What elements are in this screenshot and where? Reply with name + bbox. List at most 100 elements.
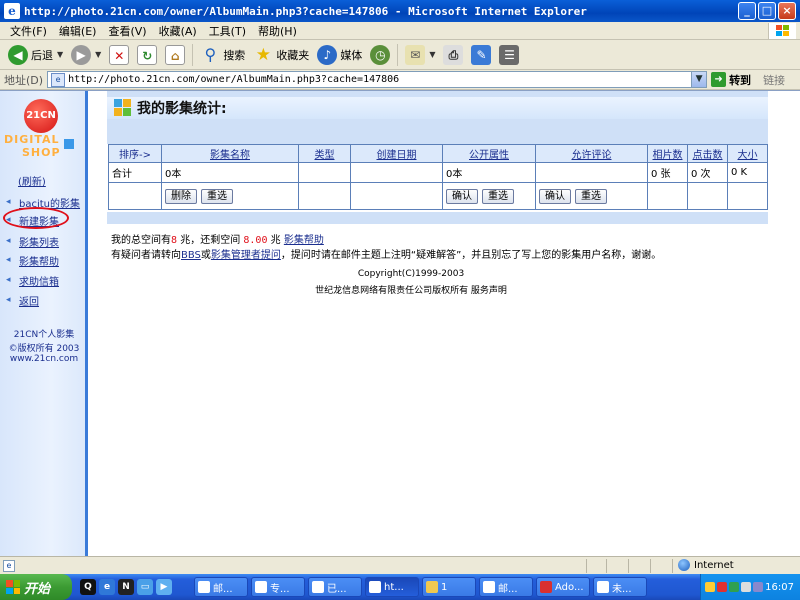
col-created-date[interactable]: 创建日期 bbox=[351, 145, 443, 163]
ask-admin-link[interactable]: 影集管理者提问 bbox=[211, 250, 281, 261]
status-divider bbox=[628, 559, 629, 573]
messenger-button[interactable]: ☰ bbox=[495, 42, 523, 68]
task-mail-2[interactable]: 邮... bbox=[479, 577, 533, 597]
system-tray: 16:07 bbox=[700, 574, 800, 600]
links-button[interactable]: 链接 bbox=[763, 72, 785, 88]
sidebar-item-album-help[interactable]: ◂ 影集帮助 bbox=[6, 253, 59, 269]
menu-tools[interactable]: 工具(T) bbox=[203, 23, 252, 39]
col-sort[interactable]: 排序-> bbox=[109, 145, 162, 163]
tray-icon[interactable] bbox=[717, 582, 727, 592]
cell-comment-actions: 确认 重选 bbox=[536, 183, 648, 209]
menu-view[interactable]: 查看(V) bbox=[102, 23, 152, 39]
space-remaining: 8.00 bbox=[243, 235, 268, 246]
task-3[interactable]: 已... bbox=[308, 577, 362, 597]
forward-button[interactable]: ▶ ▼ bbox=[67, 42, 105, 68]
col-album-name[interactable]: 影集名称 bbox=[162, 145, 299, 163]
home-icon: ⌂ bbox=[165, 44, 186, 65]
ie-quicklaunch-icon[interactable]: e bbox=[99, 579, 115, 595]
favorites-button[interactable]: ★ 收藏夹 bbox=[249, 42, 313, 68]
sidebar-item-help-mailbox[interactable]: ◂ 求助信箱 bbox=[6, 273, 59, 289]
task-folder[interactable]: 1 bbox=[422, 577, 476, 597]
minimize-button[interactable]: _ bbox=[738, 2, 756, 20]
address-dropdown-icon[interactable]: ▼ bbox=[691, 72, 707, 87]
folder-icon bbox=[426, 581, 438, 593]
media-quicklaunch-icon[interactable]: ▶ bbox=[156, 579, 172, 595]
menu-edit[interactable]: 编辑(E) bbox=[53, 23, 103, 39]
history-button[interactable]: ◷ bbox=[366, 42, 394, 68]
task-adobe[interactable]: Ado... bbox=[536, 577, 590, 597]
search-button[interactable]: ⚲ 搜索 bbox=[196, 42, 249, 68]
col-photo-count[interactable]: 相片数 bbox=[648, 145, 688, 163]
volume-icon[interactable] bbox=[741, 582, 751, 592]
public-reset-button[interactable]: 重选 bbox=[482, 188, 514, 204]
desktop-icon[interactable]: ▭ bbox=[137, 579, 153, 595]
quick-launch: Q e N ▭ ▶ bbox=[80, 579, 172, 595]
comment-confirm-button[interactable]: 确认 bbox=[539, 188, 571, 204]
public-confirm-button[interactable]: 确认 bbox=[446, 188, 478, 204]
qq-icon[interactable]: Q bbox=[80, 579, 96, 595]
forward-dropdown-icon[interactable]: ▼ bbox=[95, 50, 101, 59]
back-label: 后退 bbox=[31, 48, 53, 62]
app-quicklaunch-icon[interactable]: N bbox=[118, 579, 134, 595]
go-arrow-icon: ➜ bbox=[711, 72, 727, 87]
reset-button[interactable]: 重选 bbox=[201, 188, 233, 204]
mail-button[interactable]: ✉ ▼ bbox=[401, 42, 439, 68]
menu-favorites[interactable]: 收藏(A) bbox=[153, 23, 203, 39]
menu-bar: 文件(F) 编辑(E) 查看(V) 收藏(A) 工具(T) 帮助(H) bbox=[0, 22, 800, 40]
stop-button[interactable]: ✕ bbox=[105, 42, 133, 68]
close-button[interactable]: × bbox=[778, 2, 796, 20]
sidebar-item-album-list[interactable]: ◂ 影集列表 bbox=[6, 234, 59, 250]
home-button[interactable]: ⌂ bbox=[161, 42, 189, 68]
task-ie-active[interactable]: ht... bbox=[365, 577, 419, 597]
go-label: 转到 bbox=[729, 73, 752, 87]
back-button[interactable]: ◀ 后退 ▼ bbox=[4, 42, 67, 68]
clock: 16:07 bbox=[765, 581, 794, 593]
address-input[interactable]: e http://photo.21cn.com/owner/AlbumMain.… bbox=[47, 71, 708, 88]
task-mail-1[interactable]: 邮... bbox=[194, 577, 248, 597]
menu-file[interactable]: 文件(F) bbox=[4, 23, 53, 39]
window-icon bbox=[255, 581, 267, 593]
window-icon bbox=[198, 581, 210, 593]
edit-icon: ✎ bbox=[471, 44, 492, 65]
go-button[interactable]: ➜ 转到 bbox=[711, 72, 751, 88]
task-2[interactable]: 专... bbox=[251, 577, 305, 597]
address-url[interactable]: http://photo.21cn.com/owner/AlbumMain.ph… bbox=[68, 74, 399, 85]
maximize-button[interactable]: □ bbox=[758, 2, 776, 20]
refresh-button[interactable]: ↻ bbox=[133, 42, 161, 68]
col-click-count[interactable]: 点击数 bbox=[688, 145, 728, 163]
tray-icon[interactable] bbox=[729, 582, 739, 592]
print-button[interactable]: ⎙ bbox=[439, 42, 467, 68]
media-button[interactable]: ♪ 媒体 bbox=[313, 42, 366, 68]
search-label: 搜索 bbox=[223, 48, 246, 62]
col-type[interactable]: 类型 bbox=[299, 145, 351, 163]
col-public[interactable]: 公开属性 bbox=[443, 145, 536, 163]
sidebar-refresh-link[interactable]: (刷新) bbox=[18, 173, 46, 188]
delete-button[interactable]: 删除 bbox=[165, 188, 197, 204]
windows-logo-icon bbox=[6, 580, 20, 594]
mail-dropdown-icon[interactable]: ▼ bbox=[429, 50, 435, 59]
edit-button[interactable]: ✎ bbox=[467, 42, 495, 68]
album-help-link[interactable]: 影集帮助 bbox=[284, 235, 324, 246]
ie-icon: e bbox=[4, 3, 20, 19]
tray-icon[interactable] bbox=[705, 582, 715, 592]
sidebar-footer-url[interactable]: www.21cn.com bbox=[0, 354, 88, 364]
network-icon[interactable] bbox=[753, 582, 763, 592]
site-logo[interactable]: 21CN DIGITAL SHOP bbox=[4, 99, 84, 159]
col-size[interactable]: 大小 bbox=[728, 145, 767, 163]
window-titlebar[interactable]: e http://photo.21cn.com/owner/AlbumMain.… bbox=[0, 0, 800, 22]
task-8[interactable]: 未... bbox=[593, 577, 647, 597]
media-icon: ♪ bbox=[317, 44, 338, 65]
comment-reset-button[interactable]: 重选 bbox=[575, 188, 607, 204]
bbs-link[interactable]: BBS bbox=[181, 250, 201, 261]
back-dropdown-icon[interactable]: ▼ bbox=[57, 50, 63, 59]
sidebar-item-return[interactable]: ◂ 返回 bbox=[6, 293, 39, 309]
sidebar-item-label: 影集帮助 bbox=[19, 257, 59, 268]
logo-line1: DIGITAL bbox=[4, 133, 60, 146]
start-button[interactable]: 开始 bbox=[0, 574, 72, 600]
bullet-icon: ◂ bbox=[6, 295, 11, 305]
col-allow-comment[interactable]: 允许评论 bbox=[536, 145, 648, 163]
table-row-summary: 合计 0本 0本 0 张 0 次 0 K bbox=[109, 163, 767, 183]
menu-help[interactable]: 帮助(H) bbox=[252, 23, 303, 39]
address-bar: 地址(D) e http://photo.21cn.com/owner/Albu… bbox=[0, 70, 800, 90]
cell-name-actions: 删除 重选 bbox=[162, 183, 299, 209]
